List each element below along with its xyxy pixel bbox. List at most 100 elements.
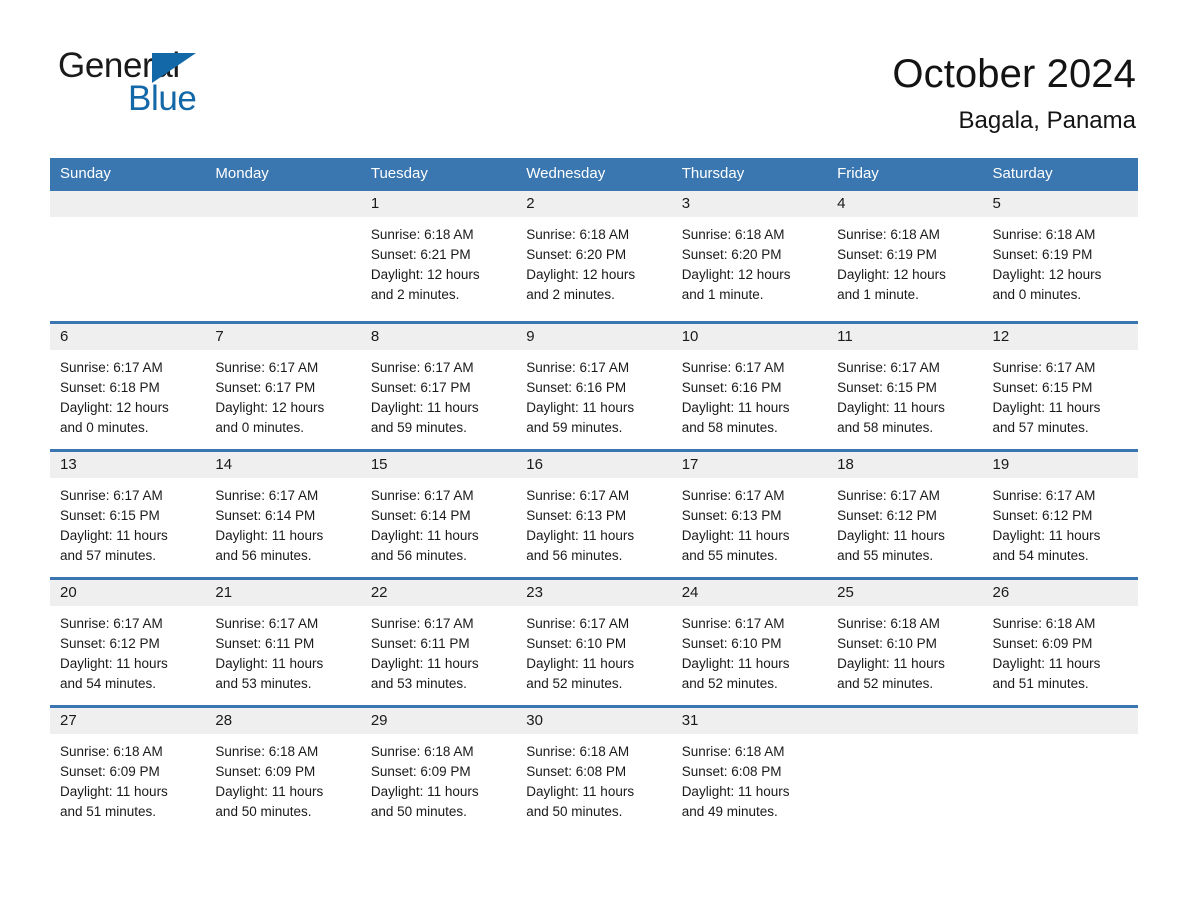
day-cell-inner: 5 Sunrise: 6:18 AM Sunset: 6:19 PM Daylight… bbox=[982, 191, 1138, 316]
calendar-day-cell[interactable]: 5 Sunrise: 6:18 AM Sunset: 6:19 PM Daylight… bbox=[982, 191, 1138, 323]
day-details: Sunrise: 6:18 AM Sunset: 6:08 PM Daylight:… bbox=[516, 734, 671, 832]
day-detail-line: Sunrise: 6:18 AM bbox=[215, 744, 319, 759]
calendar-day-cell[interactable]: 14 Sunrise: 6:17 AM Sunset: 6:14 PM Dayligh… bbox=[205, 449, 361, 579]
day-cell-inner: 9 Sunrise: 6:17 AM Sunset: 6:16 PM Daylight… bbox=[516, 324, 672, 449]
calendar-day-cell[interactable]: 16 Sunrise: 6:17 AM Sunset: 6:13 PM Dayligh… bbox=[516, 449, 672, 579]
day-details: Sunrise: 6:18 AM Sunset: 6:20 PM Daylight:… bbox=[672, 217, 827, 315]
calendar-day-cell[interactable]: 10 Sunrise: 6:17 AM Sunset: 6:16 PM Dayligh… bbox=[671, 321, 828, 451]
calendar-day-cell[interactable]: 13 Sunrise: 6:17 AM Sunset: 6:15 PM Dayligh… bbox=[50, 449, 206, 579]
day-detail-line: Daylight: 11 hours bbox=[837, 400, 945, 415]
day-cell-inner: 25 Sunrise: 6:18 AM Sunset: 6:10 PM Dayligh… bbox=[827, 580, 983, 705]
day-detail-line: Sunset: 6:15 PM bbox=[837, 380, 937, 395]
calendar-day-cell[interactable]: 11 Sunrise: 6:17 AM Sunset: 6:15 PM Dayligh… bbox=[827, 321, 983, 451]
day-number: 24 bbox=[671, 580, 828, 606]
day-detail-line: Sunset: 6:17 PM bbox=[215, 380, 316, 395]
day-detail-line: and 53 minutes. bbox=[370, 676, 467, 691]
day-detail-line: Sunset: 6:09 PM bbox=[215, 764, 316, 779]
day-details bbox=[827, 734, 982, 838]
day-number: 11 bbox=[827, 324, 983, 350]
calendar-day-cell[interactable]: 18 Sunrise: 6:17 AM Sunset: 6:12 PM Dayligh… bbox=[827, 449, 983, 579]
day-detail-line: Sunrise: 6:17 AM bbox=[526, 488, 630, 503]
calendar-day-cell[interactable]: 15 Sunrise: 6:17 AM Sunset: 6:14 PM Dayligh… bbox=[360, 449, 517, 579]
day-detail-line: Daylight: 11 hours bbox=[370, 528, 479, 543]
day-details: Sunrise: 6:17 AM Sunset: 6:15 PM Daylight:… bbox=[827, 350, 982, 448]
day-number: 27 bbox=[50, 708, 206, 734]
weekday-header-wednesday: Wednesday bbox=[516, 158, 672, 191]
day-detail-line: Sunrise: 6:17 AM bbox=[992, 488, 1096, 503]
calendar-day-cell[interactable]: 25 Sunrise: 6:18 AM Sunset: 6:10 PM Dayligh… bbox=[827, 577, 983, 707]
day-details bbox=[50, 217, 205, 321]
calendar-day-cell[interactable]: 26 Sunrise: 6:18 AM Sunset: 6:09 PM Dayligh… bbox=[982, 577, 1138, 707]
calendar-day-cell[interactable]: 28 Sunrise: 6:18 AM Sunset: 6:09 PM Dayligh… bbox=[205, 705, 361, 838]
day-cell-inner: 30 Sunrise: 6:18 AM Sunset: 6:08 PM Dayligh… bbox=[516, 708, 672, 833]
weekday-header-saturday: Saturday bbox=[982, 158, 1138, 191]
general-blue-logo[interactable]: General Blue bbox=[58, 46, 228, 118]
calendar-day-cell[interactable]: 4 Sunrise: 6:18 AM Sunset: 6:19 PM Daylight… bbox=[827, 191, 983, 323]
day-cell-inner: 12 Sunrise: 6:17 AM Sunset: 6:15 PM Dayligh… bbox=[982, 324, 1138, 449]
day-detail-line: Daylight: 11 hours bbox=[215, 656, 324, 671]
calendar-day-cell[interactable]: 23 Sunrise: 6:17 AM Sunset: 6:10 PM Dayligh… bbox=[516, 577, 672, 707]
day-number: 15 bbox=[360, 452, 517, 478]
calendar-day-cell[interactable]: 24 Sunrise: 6:17 AM Sunset: 6:10 PM Dayligh… bbox=[671, 577, 828, 707]
day-cell-inner: 17 Sunrise: 6:17 AM Sunset: 6:13 PM Dayligh… bbox=[671, 452, 828, 577]
day-detail-line: and 0 minutes. bbox=[215, 420, 304, 435]
day-detail-line: Sunset: 6:16 PM bbox=[681, 380, 782, 395]
day-detail-line: and 56 minutes. bbox=[526, 548, 623, 563]
day-number: 4 bbox=[827, 191, 983, 217]
day-detail-line: Sunrise: 6:18 AM bbox=[837, 227, 940, 242]
day-number: 28 bbox=[205, 708, 361, 734]
calendar-day-cell-empty bbox=[205, 191, 361, 323]
day-detail-line: and 55 minutes. bbox=[681, 548, 778, 563]
calendar-day-cell[interactable]: 9 Sunrise: 6:17 AM Sunset: 6:16 PM Daylight… bbox=[516, 321, 672, 451]
day-detail-line: and 58 minutes. bbox=[837, 420, 934, 435]
day-number: 30 bbox=[516, 708, 672, 734]
calendar-day-cell[interactable]: 27 Sunrise: 6:18 AM Sunset: 6:09 PM Dayligh… bbox=[50, 705, 206, 838]
day-cell-inner: 7 Sunrise: 6:17 AM Sunset: 6:17 PM Daylight… bbox=[205, 324, 361, 449]
day-detail-line: Sunrise: 6:17 AM bbox=[526, 616, 630, 631]
calendar-day-cell[interactable]: 20 Sunrise: 6:17 AM Sunset: 6:12 PM Dayligh… bbox=[50, 577, 206, 707]
calendar-day-cell[interactable]: 1 Sunrise: 6:18 AM Sunset: 6:21 PM Daylight… bbox=[360, 191, 517, 323]
calendar-day-cell[interactable]: 17 Sunrise: 6:17 AM Sunset: 6:13 PM Dayligh… bbox=[671, 449, 828, 579]
day-cell-inner: 18 Sunrise: 6:17 AM Sunset: 6:12 PM Dayligh… bbox=[827, 452, 983, 577]
day-detail-line: and 2 minutes. bbox=[526, 287, 615, 302]
calendar-day-cell[interactable]: 30 Sunrise: 6:18 AM Sunset: 6:08 PM Dayligh… bbox=[516, 705, 672, 838]
day-detail-line: Daylight: 12 hours bbox=[60, 400, 169, 415]
day-number: 1 bbox=[360, 191, 517, 217]
day-detail-line: Sunset: 6:20 PM bbox=[526, 247, 627, 262]
day-details: Sunrise: 6:17 AM Sunset: 6:16 PM Daylight:… bbox=[672, 350, 827, 448]
calendar-day-cell[interactable]: 21 Sunrise: 6:17 AM Sunset: 6:11 PM Dayligh… bbox=[205, 577, 361, 707]
day-detail-line: Daylight: 12 hours bbox=[526, 267, 636, 282]
calendar-day-cell[interactable]: 6 Sunrise: 6:17 AM Sunset: 6:18 PM Daylight… bbox=[50, 321, 206, 451]
day-details: Sunrise: 6:17 AM Sunset: 6:14 PM Daylight:… bbox=[361, 478, 516, 576]
day-detail-line: Daylight: 11 hours bbox=[526, 400, 635, 415]
weekday-header-monday: Monday bbox=[205, 158, 361, 191]
day-detail-line: Daylight: 12 hours bbox=[837, 267, 946, 282]
calendar-day-cell[interactable]: 22 Sunrise: 6:17 AM Sunset: 6:11 PM Dayligh… bbox=[360, 577, 517, 707]
calendar-day-cell[interactable]: 31 Sunrise: 6:18 AM Sunset: 6:08 PM Dayligh… bbox=[671, 705, 828, 838]
calendar-day-cell[interactable]: 19 Sunrise: 6:17 AM Sunset: 6:12 PM Dayligh… bbox=[982, 449, 1138, 579]
day-cell-inner: 10 Sunrise: 6:17 AM Sunset: 6:16 PM Dayligh… bbox=[671, 324, 828, 449]
calendar-day-cell[interactable]: 8 Sunrise: 6:17 AM Sunset: 6:17 PM Daylight… bbox=[360, 321, 517, 451]
day-details: Sunrise: 6:18 AM Sunset: 6:19 PM Daylight:… bbox=[827, 217, 982, 315]
day-number: 6 bbox=[50, 324, 206, 350]
calendar-day-cell[interactable]: 2 Sunrise: 6:18 AM Sunset: 6:20 PM Daylight… bbox=[516, 191, 672, 323]
day-detail-line: Daylight: 11 hours bbox=[60, 528, 168, 543]
calendar-day-cell[interactable]: 12 Sunrise: 6:17 AM Sunset: 6:15 PM Dayligh… bbox=[982, 321, 1138, 451]
day-cell-inner: 24 Sunrise: 6:17 AM Sunset: 6:10 PM Dayligh… bbox=[671, 580, 828, 705]
day-detail-line: Sunset: 6:14 PM bbox=[370, 508, 471, 523]
day-cell-inner: 1 Sunrise: 6:18 AM Sunset: 6:21 PM Daylight… bbox=[360, 191, 517, 316]
day-detail-line: Sunrise: 6:17 AM bbox=[681, 488, 785, 503]
day-detail-line: Sunrise: 6:17 AM bbox=[370, 488, 474, 503]
day-number: 23 bbox=[516, 580, 672, 606]
day-number: 17 bbox=[671, 452, 828, 478]
day-details bbox=[983, 734, 1138, 838]
day-number bbox=[827, 708, 983, 734]
day-detail-line: Sunrise: 6:17 AM bbox=[681, 616, 785, 631]
calendar-day-cell[interactable]: 3 Sunrise: 6:18 AM Sunset: 6:20 PM Daylight… bbox=[671, 191, 828, 323]
day-detail-line: Sunrise: 6:17 AM bbox=[60, 360, 163, 375]
calendar-day-cell[interactable]: 29 Sunrise: 6:18 AM Sunset: 6:09 PM Dayligh… bbox=[360, 705, 517, 838]
day-number: 26 bbox=[982, 580, 1138, 606]
calendar-day-cell[interactable]: 7 Sunrise: 6:17 AM Sunset: 6:17 PM Daylight… bbox=[205, 321, 361, 451]
day-detail-line: and 52 minutes. bbox=[837, 676, 934, 691]
day-detail-line: Sunset: 6:18 PM bbox=[60, 380, 160, 395]
